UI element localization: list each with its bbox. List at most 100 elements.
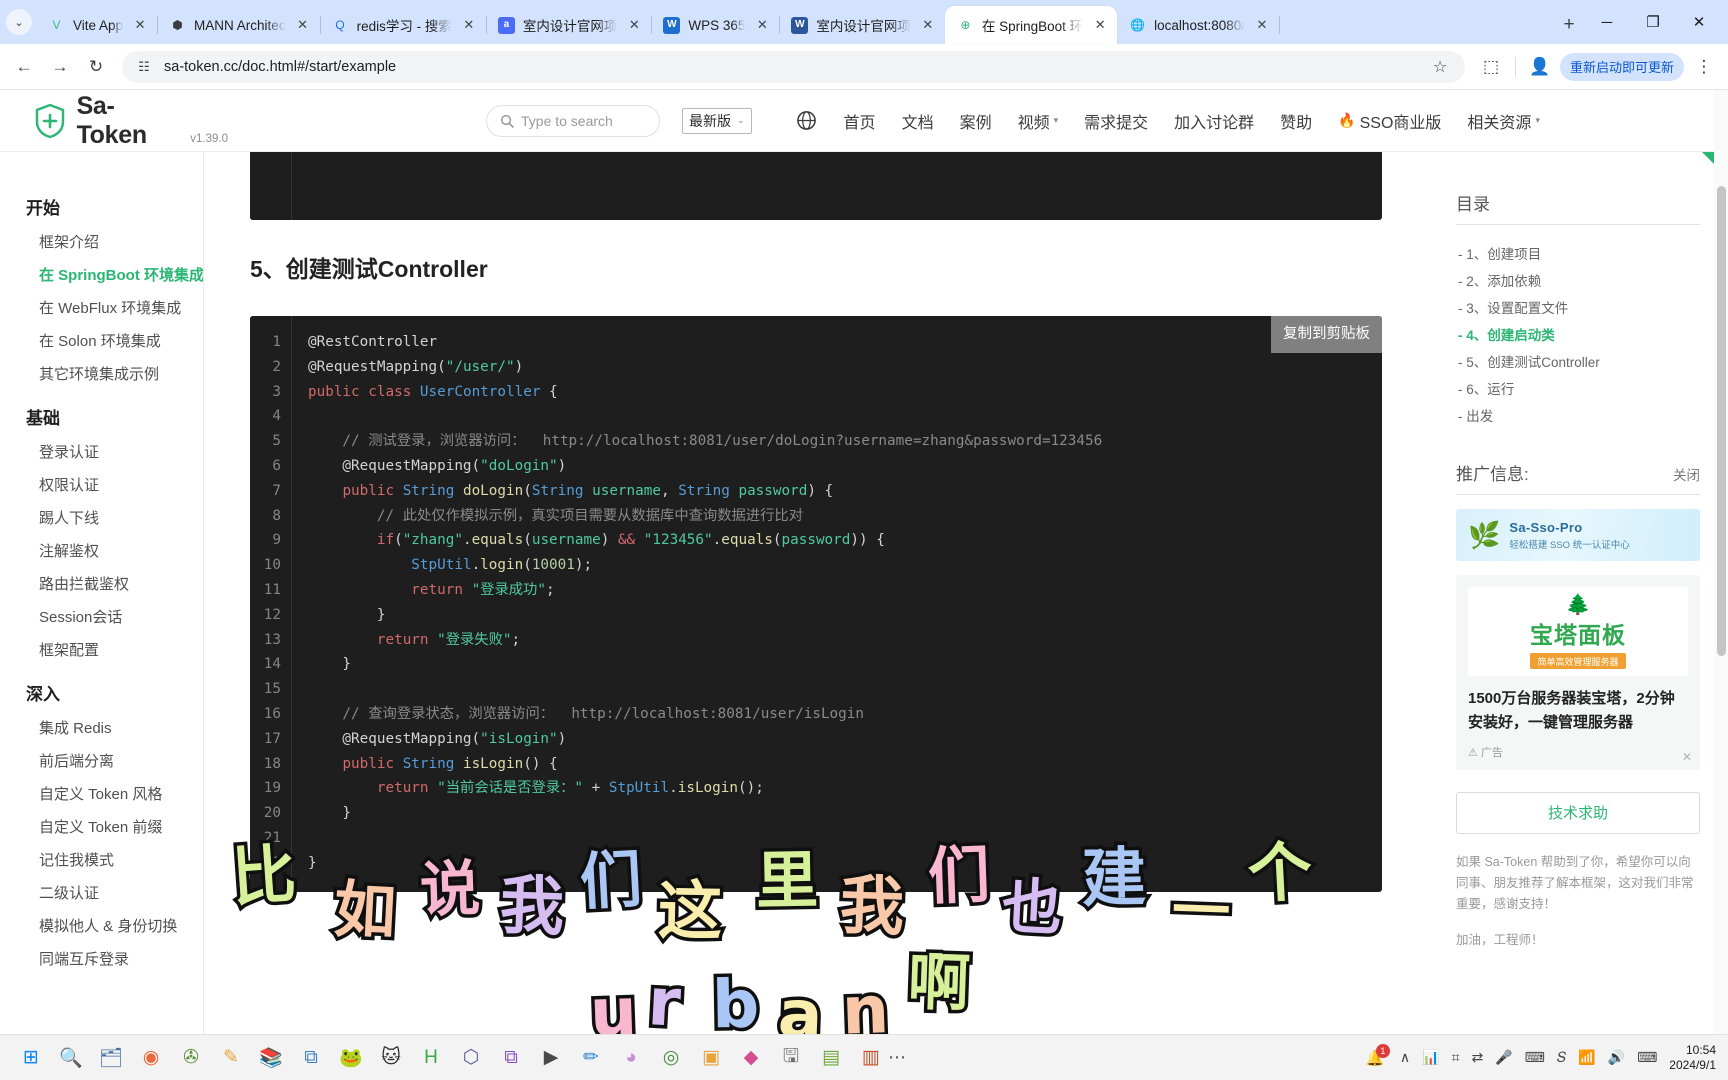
sidebar-item[interactable]: 前后端分离 [0, 744, 203, 777]
grid-icon[interactable]: ▣ [694, 1041, 728, 1075]
tray-icon[interactable]: 🎤 [1495, 1049, 1512, 1066]
new-tab-button[interactable]: + [1554, 10, 1584, 40]
toc-item[interactable]: - 4、创建启动类 [1456, 320, 1700, 347]
browser-tab[interactable]: ⊕ 在 SpringBoot 环 ✕ [944, 6, 1118, 44]
toc-item[interactable]: - 6、运行 [1456, 374, 1700, 401]
hbuilder-icon[interactable]: H [414, 1041, 448, 1075]
nav-item[interactable]: 案例 [960, 109, 992, 133]
tab-search-chevron-icon[interactable]: ⌄ [6, 9, 32, 35]
sidebar-item[interactable]: 在 WebFlux 环境集成 [0, 291, 203, 324]
toc-item[interactable]: - 1、创建项目 [1456, 239, 1700, 266]
extensions-icon[interactable]: ⬚ [1475, 51, 1507, 83]
nav-item-related[interactable]: 相关资源 ▾ [1467, 109, 1540, 133]
taskbar-overflow-button[interactable]: ⋯ [888, 1047, 908, 1068]
app3-icon[interactable]: ▥ [854, 1041, 888, 1075]
sidebar-item[interactable]: 记住我模式 [0, 843, 203, 876]
tab-close-icon[interactable]: ✕ [1253, 16, 1271, 34]
sidebar-item[interactable]: 在 SpringBoot 环境集成 [0, 258, 203, 291]
editor-icon[interactable]: ✎ [214, 1041, 248, 1075]
vscode-icon[interactable]: ⧉ [294, 1041, 328, 1075]
toc-item[interactable]: - 5、创建测试Controller [1456, 347, 1700, 374]
sidebar-item[interactable]: Session会话 [0, 600, 203, 633]
browser-tab[interactable]: a 室内设计官网项 ✕ [486, 6, 652, 44]
language-globe-icon[interactable] [796, 110, 818, 132]
browser-tab[interactable]: V Vite App ✕ [36, 6, 159, 44]
back-button[interactable]: ← [8, 51, 40, 83]
tab-close-icon[interactable]: ✕ [625, 16, 643, 34]
notifications-icon[interactable]: 🔔 1 [1362, 1043, 1390, 1071]
tray-icon[interactable]: 🔊 [1608, 1049, 1625, 1066]
tray-icon[interactable]: 📊 [1422, 1049, 1439, 1066]
tab-close-icon[interactable]: ✕ [460, 16, 478, 34]
browser-tab[interactable]: W WPS 365 ✕ [651, 6, 781, 44]
profile-avatar[interactable]: 👤 [1524, 51, 1556, 83]
tab-close-icon[interactable]: ✕ [753, 16, 771, 34]
nav-item[interactable]: 需求提交 [1084, 109, 1148, 133]
page-scrollbar[interactable] [1714, 90, 1728, 1080]
browser-tab[interactable]: Qredis学习 - 搜索 ✕ [320, 6, 488, 44]
browser-tab[interactable]: ⬢ MANN Architec ✕ [157, 6, 321, 44]
diamond-icon[interactable]: ◆ [734, 1041, 768, 1075]
close-window-button[interactable]: ✕ [1676, 3, 1722, 41]
search-icon[interactable]: 🔍 [54, 1041, 88, 1075]
browser-tab[interactable]: W 室内设计官网项 ✕ [779, 6, 946, 44]
pen-icon[interactable]: ✏ [574, 1041, 608, 1075]
site-brand[interactable]: Sa-Token v1.39.0 [0, 92, 228, 150]
tab-close-icon[interactable]: ✕ [131, 16, 149, 34]
media-icon[interactable]: 🖫 [774, 1041, 808, 1075]
ad-baota-panel[interactable]: 🌲 宝塔面板 简单高效管理服务器 1500万台服务器装宝塔，2分钟安装好，一键管… [1456, 575, 1700, 770]
promo-close-button[interactable]: 关闭 [1673, 464, 1700, 484]
app2-icon[interactable]: 🐸 [334, 1041, 368, 1075]
sidebar-item[interactable]: 自定义 Token 前缀 [0, 810, 203, 843]
sidebar-item[interactable]: 注解鉴权 [0, 534, 203, 567]
folder-icon[interactable]: ▤ [814, 1041, 848, 1075]
tab-close-icon[interactable]: ✕ [1091, 16, 1109, 34]
cube-icon[interactable]: ⬡ [454, 1041, 488, 1075]
sidebar-item[interactable]: 在 Solon 环境集成 [0, 324, 203, 357]
sidebar-item[interactable]: 同端互斥登录 [0, 942, 203, 975]
browser-menu-button[interactable]: ⋮ [1688, 51, 1720, 83]
sidebar-item[interactable]: 其它环境集成示例 [0, 357, 203, 390]
tray-icon[interactable]: 📶 [1578, 1049, 1595, 1066]
sidebar-item[interactable]: 框架配置 [0, 633, 203, 666]
sidebar-item[interactable]: 集成 Redis [0, 711, 203, 744]
browser-tab[interactable]: 🌐 localhost:8080/ ✕ [1117, 6, 1280, 44]
sidebar-item[interactable]: 权限认证 [0, 468, 203, 501]
sidebar-item[interactable]: 自定义 Token 风格 [0, 777, 203, 810]
sidebar-item[interactable]: 模拟他人 & 身份切换 [0, 909, 203, 942]
update-button[interactable]: 重新启动即可更新 [1559, 52, 1684, 81]
tab-close-icon[interactable]: ✕ [294, 16, 312, 34]
ad2-close-icon[interactable]: ✕ [1682, 750, 1692, 764]
nav-item[interactable]: 加入讨论群 [1174, 109, 1254, 133]
sidebar-item[interactable]: 框架介绍 [0, 225, 203, 258]
play-icon[interactable]: ▶ [534, 1041, 568, 1075]
task-view-icon[interactable]: 🗂 [94, 1041, 128, 1075]
chrome-icon[interactable]: ◎ [654, 1041, 688, 1075]
nav-item-sso[interactable]: 🔥 SSO商业版 [1338, 109, 1441, 133]
taskbar-clock[interactable]: 10:54 2024/9/1 [1669, 1043, 1716, 1073]
bookmark-star-icon[interactable]: ☆ [1427, 54, 1453, 80]
sidebar-item[interactable]: 登录认证 [0, 435, 203, 468]
maximize-button[interactable]: ❐ [1630, 3, 1676, 41]
address-bar[interactable]: ☷ sa-token.cc/doc.html#/start/example ☆ [122, 50, 1465, 83]
paint-icon[interactable]: ◕ [614, 1041, 648, 1075]
tray-icon[interactable]: ⌨ [1525, 1049, 1545, 1066]
reload-button[interactable]: ↻ [80, 51, 112, 83]
nav-item[interactable]: 文档 [902, 109, 934, 133]
nav-item[interactable]: 首页 [844, 109, 876, 133]
cat-icon[interactable]: 🐱 [374, 1041, 408, 1075]
toc-item[interactable]: - 出发 [1456, 401, 1700, 428]
start-button[interactable]: ⊞ [14, 1041, 48, 1075]
minimize-button[interactable]: ─ [1584, 3, 1630, 41]
sidebar-item[interactable]: 路由拦截鉴权 [0, 567, 203, 600]
tray-icon[interactable]: 𝑆 [1557, 1049, 1566, 1066]
toc-item[interactable]: - 2、添加依赖 [1456, 266, 1700, 293]
ad-sa-sso-pro[interactable]: 🌿 Sa-Sso-Pro 轻松搭建 SSO 统一认证中心 [1456, 509, 1700, 561]
tech-help-button[interactable]: 技术求助 [1456, 791, 1700, 834]
toc-item[interactable]: - 3、设置配置文件 [1456, 293, 1700, 320]
tray-icon[interactable]: ⇄ [1471, 1049, 1483, 1066]
site-info-icon[interactable]: ☷ [134, 57, 154, 77]
version-select[interactable]: 最新版 ⌄ [682, 107, 752, 134]
copy-to-clipboard-tooltip[interactable]: 复制到剪贴板 [1271, 316, 1382, 353]
sidebar-item[interactable]: 踢人下线 [0, 501, 203, 534]
